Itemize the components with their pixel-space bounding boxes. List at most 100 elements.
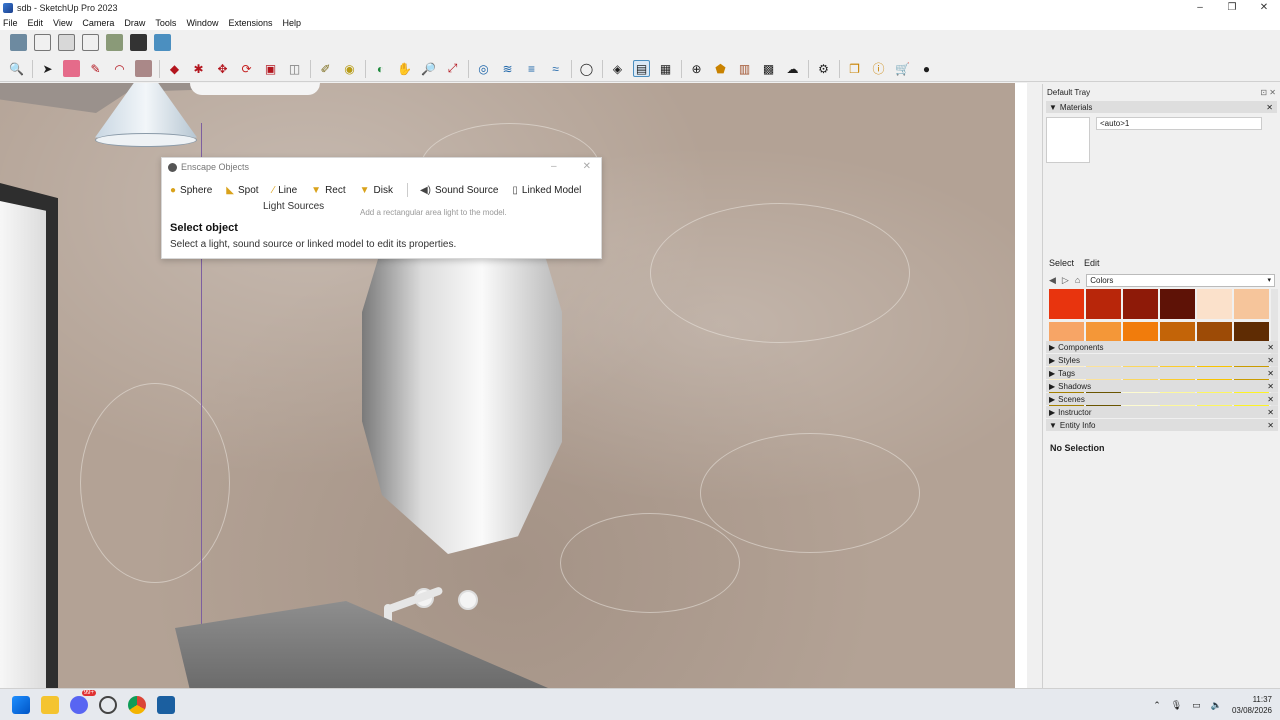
orbit-icon[interactable]: ◐ <box>372 60 389 77</box>
material-name-field[interactable]: <auto>1 <box>1096 117 1262 130</box>
panel-close-icon[interactable]: ✕ <box>1267 369 1274 378</box>
zoom-icon[interactable]: 🔍 <box>8 60 25 77</box>
shield-icon[interactable]: ⬟ <box>712 60 729 77</box>
library-icon[interactable]: ▥ <box>736 60 753 77</box>
front-view-icon[interactable] <box>58 34 75 51</box>
user-icon[interactable]: ● <box>918 60 935 77</box>
pencil-icon[interactable]: ✎ <box>87 60 104 77</box>
menu-help[interactable]: Help <box>282 18 301 28</box>
tab-edit[interactable]: Edit <box>1084 258 1100 268</box>
section-fill-icon[interactable]: ≡ <box>523 60 540 77</box>
warehouse-icon[interactable]: ◈ <box>609 60 626 77</box>
panel-close-icon[interactable]: ✕ <box>1266 103 1273 112</box>
materials-panel-header[interactable]: ▼ Materials ✕ <box>1046 101 1277 113</box>
dialog-header[interactable]: Enscape Objects – ✕ <box>162 158 601 176</box>
app-icon[interactable] <box>99 695 117 714</box>
extension-icon[interactable]: ▦ <box>657 60 674 77</box>
right-view-icon[interactable] <box>82 34 99 51</box>
account-icon[interactable]: ◯ <box>578 60 595 77</box>
panel-header-scenes[interactable]: ▶ Scenes ✕ <box>1046 393 1278 405</box>
iso-view-icon[interactable] <box>10 34 27 51</box>
panel-header-shadows[interactable]: ▶ Shadows ✕ <box>1046 380 1278 392</box>
panel-close-icon[interactable]: ✕ <box>1267 395 1274 404</box>
windows-start-icon[interactable] <box>12 695 30 714</box>
enscape-objects-icon[interactable]: ▤ <box>633 60 650 77</box>
tray-pin-icon[interactable]: ⊡ ✕ <box>1260 88 1276 97</box>
offset-icon[interactable]: ◫ <box>286 60 303 77</box>
section-cut-icon[interactable]: ≋ <box>499 60 516 77</box>
rectangle-icon[interactable] <box>135 60 152 77</box>
disk-light-button[interactable]: ▼ Disk <box>360 185 393 196</box>
menu-tools[interactable]: Tools <box>155 18 176 28</box>
chevron-up-icon[interactable]: ⌃ <box>1153 700 1161 711</box>
add-icon[interactable]: ⊕ <box>688 60 705 77</box>
sandbox-icon[interactable]: ≈ <box>547 60 564 77</box>
microphone-icon[interactable]: 🎙 <box>1171 700 1182 711</box>
shaded-icon[interactable] <box>154 34 171 51</box>
window-icon[interactable]: ❐ <box>846 60 863 77</box>
color-swatch[interactable] <box>1234 289 1269 319</box>
menu-edit[interactable]: Edit <box>28 18 44 28</box>
home-icon[interactable]: ⌂ <box>1075 275 1080 285</box>
dialog-minimize-button[interactable]: – <box>551 161 557 172</box>
checker-icon[interactable]: ▩ <box>760 60 777 77</box>
panel-close-icon[interactable]: ✕ <box>1267 343 1274 352</box>
follow-me-icon[interactable]: ✱ <box>190 60 207 77</box>
panel-header-instructor[interactable]: ▶ Instructor ✕ <box>1046 406 1278 418</box>
panel-header-styles[interactable]: ▶ Styles ✕ <box>1046 354 1278 366</box>
zoom-tool-icon[interactable]: 🔎 <box>420 60 437 77</box>
dialog-close-button[interactable]: ✕ <box>583 161 591 172</box>
panel-header-entity-info[interactable]: ▼ Entity Info ✕ <box>1046 419 1278 431</box>
rotate-icon[interactable]: ⟳ <box>238 60 255 77</box>
pan-icon[interactable]: ✋ <box>396 60 413 77</box>
panel-close-icon[interactable]: ✕ <box>1267 356 1274 365</box>
minimize-button[interactable]: – <box>1184 0 1216 15</box>
panel-header-components[interactable]: ▶ Components ✕ <box>1046 341 1278 353</box>
panel-close-icon[interactable]: ✕ <box>1267 421 1274 430</box>
cart-icon[interactable]: 🛒 <box>894 60 911 77</box>
linked-model-button[interactable]: ▯ Linked Model <box>512 185 581 196</box>
chrome-icon[interactable] <box>128 695 146 714</box>
clock[interactable]: 11:37 03/08/2026 <box>1232 694 1272 716</box>
discord-icon[interactable]: 99+ <box>70 689 96 714</box>
panel-header-tags[interactable]: ▶ Tags ✕ <box>1046 367 1278 379</box>
menu-extensions[interactable]: Extensions <box>228 18 272 28</box>
cloud-icon[interactable]: ☁ <box>784 60 801 77</box>
top-view-icon[interactable] <box>34 34 51 51</box>
panel-close-icon[interactable]: ✕ <box>1267 382 1274 391</box>
collection-select[interactable]: Colors ▾ <box>1086 273 1275 287</box>
file-explorer-icon[interactable] <box>41 695 59 714</box>
color-swatch[interactable] <box>1086 289 1121 319</box>
rect-light-button[interactable]: ▼ Rect <box>311 185 345 196</box>
style-icon[interactable] <box>130 34 147 51</box>
menu-file[interactable]: File <box>3 18 18 28</box>
info-icon[interactable]: ⓘ <box>870 60 887 77</box>
menu-view[interactable]: View <box>53 18 72 28</box>
arc-icon[interactable]: ◠ <box>111 60 128 77</box>
menu-window[interactable]: Window <box>186 18 218 28</box>
menu-draw[interactable]: Draw <box>124 18 145 28</box>
network-icon[interactable]: ▭ <box>1192 700 1201 711</box>
close-button[interactable]: ✕ <box>1248 0 1280 15</box>
sphere-light-button[interactable]: ● Sphere <box>170 185 212 196</box>
paint-bucket-icon[interactable]: ◉ <box>341 60 358 77</box>
color-swatch[interactable] <box>1160 289 1195 319</box>
back-arrow-icon[interactable]: ◀ <box>1049 275 1056 286</box>
menu-camera[interactable]: Camera <box>82 18 114 28</box>
maximize-button[interactable]: ❐ <box>1216 0 1248 15</box>
forward-arrow-icon[interactable]: ▷ <box>1062 275 1069 286</box>
volume-icon[interactable]: 🔈 <box>1211 700 1222 711</box>
push-pull-icon[interactable]: ◆ <box>166 60 183 77</box>
eraser-icon[interactable] <box>63 60 80 77</box>
back-view-icon[interactable] <box>106 34 123 51</box>
color-swatch[interactable] <box>1049 289 1084 319</box>
section-plane-icon[interactable]: ◎ <box>475 60 492 77</box>
color-swatch[interactable] <box>1123 289 1158 319</box>
spot-light-button[interactable]: ◣ Spot <box>226 185 258 196</box>
settings-icon[interactable]: ⚙ <box>815 60 832 77</box>
sound-source-button[interactable]: ◀) Sound Source <box>420 185 498 196</box>
tab-select[interactable]: Select <box>1049 258 1074 268</box>
panel-close-icon[interactable]: ✕ <box>1267 408 1274 417</box>
color-swatch[interactable] <box>1197 289 1232 319</box>
sketchup-taskbar-icon[interactable] <box>157 695 175 714</box>
